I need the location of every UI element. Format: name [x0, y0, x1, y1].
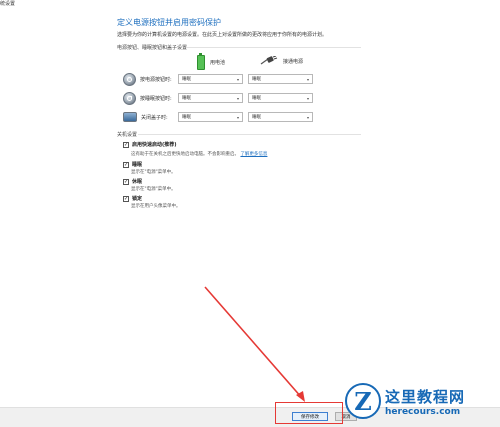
annotation-arrow: [204, 286, 305, 402]
watermark-logo-icon: Z: [345, 383, 381, 419]
watermark: Z 这里教程网 herecours.com: [345, 383, 465, 419]
watermark-cn: 这里教程网: [385, 387, 466, 406]
annotation-highlight-box: [275, 402, 343, 424]
watermark-en: herecours.com: [385, 406, 461, 417]
watermark-text: 这里教程网 herecours.com: [385, 386, 465, 417]
